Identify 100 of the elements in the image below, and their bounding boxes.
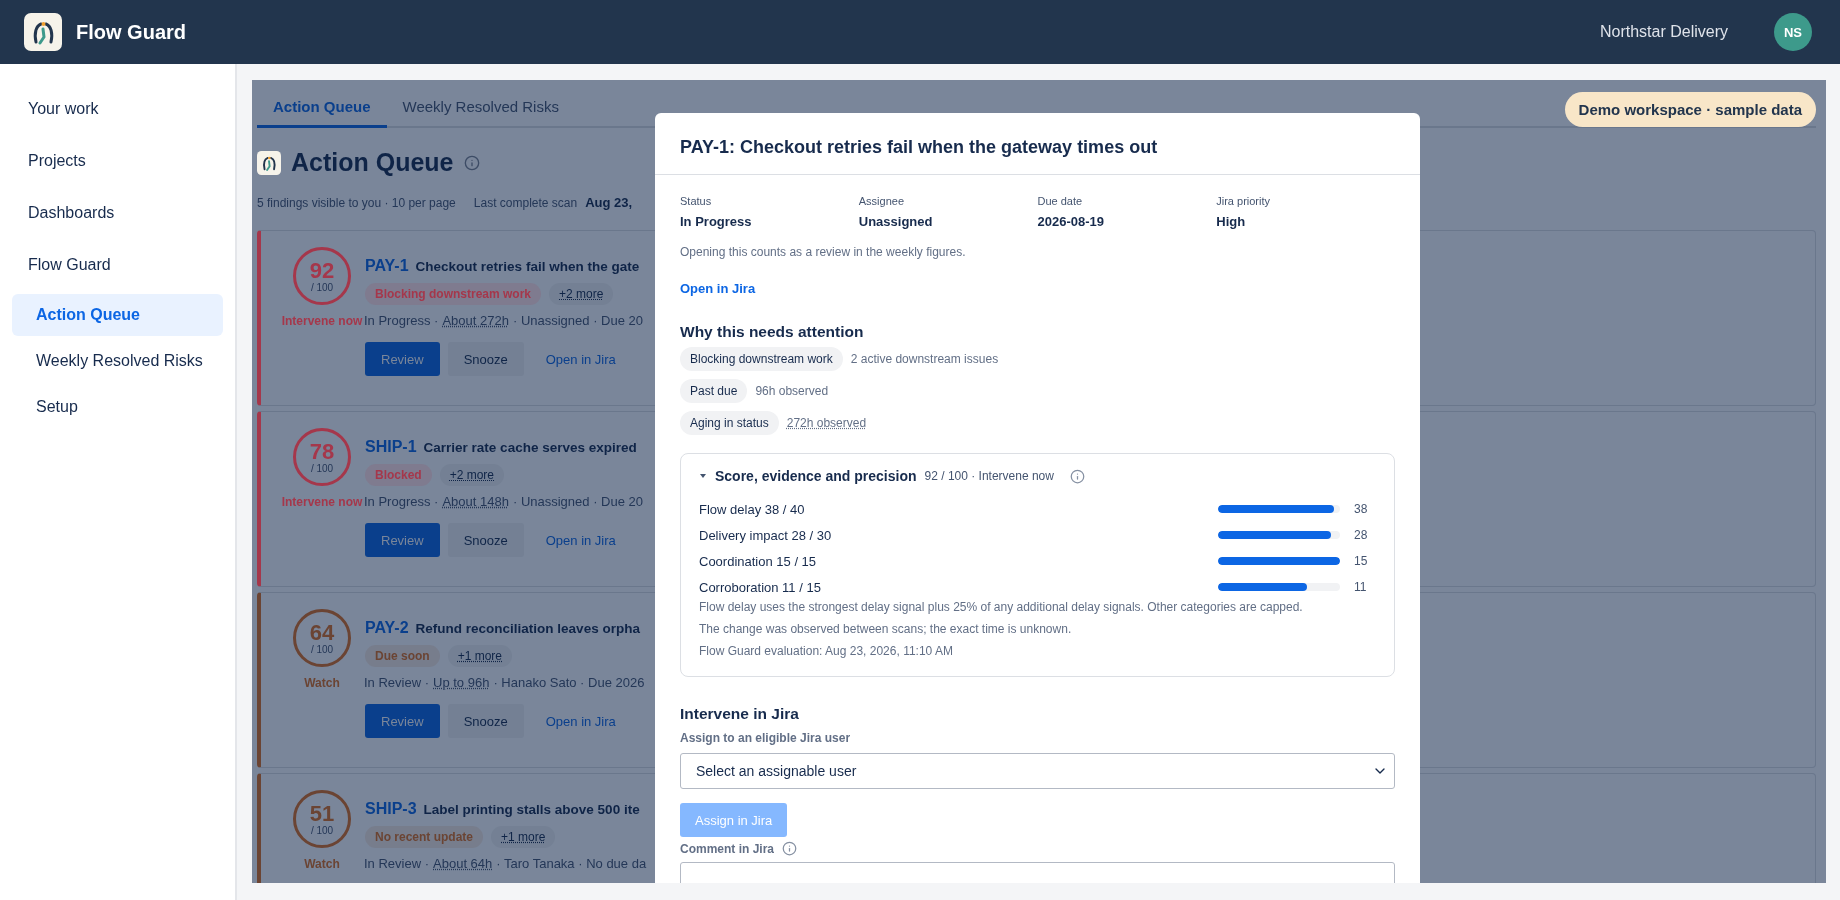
- dialog-title: PAY-1: Checkout retries fail when the gateway times out: [680, 137, 1159, 158]
- tab[interactable]: Action Queue: [257, 86, 387, 128]
- open-in-jira-link[interactable]: Open in Jira: [531, 523, 630, 557]
- issue-age: About 148h: [442, 494, 509, 509]
- open-in-jira-link[interactable]: Open in Jira: [680, 281, 756, 296]
- signal-tag: Blocking downstream work: [365, 283, 542, 305]
- sidebar-item[interactable]: Projects: [12, 138, 223, 184]
- score-component-label: Flow delay 38 / 40: [699, 501, 806, 517]
- score-component-label: Delivery impact 28 / 30: [699, 527, 833, 543]
- info-icon[interactable]: [782, 841, 798, 856]
- reason-tag: Past due: [680, 379, 748, 403]
- reason-detail: 272h observed: [786, 416, 867, 430]
- score-value: 78: [309, 440, 335, 463]
- issue-key-link[interactable]: SHIP-3: [365, 800, 417, 818]
- score-component-value: 38: [1353, 502, 1369, 516]
- score-details-title[interactable]: Score, evidence and precision: [715, 468, 917, 484]
- field-value: High: [1216, 214, 1247, 229]
- issue-title: Checkout retries fail when the gate: [415, 259, 640, 274]
- issue-meta: · Taro Tanaka · No due da: [496, 856, 647, 871]
- sidebar-item[interactable]: Flow Guard: [12, 242, 223, 288]
- issue-age: About 272h: [442, 313, 509, 328]
- signal-tag: No recent update: [365, 826, 483, 848]
- user-avatar[interactable]: NS: [1774, 13, 1812, 51]
- field-label: Comment in Jira: [680, 841, 775, 856]
- score-value: 64: [309, 621, 335, 644]
- reason-detail: 96h observed: [755, 384, 829, 398]
- signal-tag: Blocked: [365, 464, 432, 486]
- issue-title: Label printing stalls above 500 ite: [423, 802, 640, 817]
- verdict-label: Intervene now: [281, 314, 363, 328]
- issue-age: About 64h: [433, 856, 493, 871]
- score-max: / 100: [310, 824, 334, 836]
- verdict-label: Intervene now: [281, 495, 363, 509]
- score-note: Flow Guard evaluation: Aug 23, 2026, 11:10 AM: [699, 644, 954, 658]
- sidebar-subitem[interactable]: Weekly Resolved Risks: [12, 340, 223, 382]
- issue-meta: · Hanako Sato · Due 2026: [493, 675, 645, 690]
- open-in-jira-link[interactable]: Open in Jira: [531, 704, 630, 738]
- page-heading: Action Queue: [291, 148, 454, 177]
- snooze-button[interactable]: Snooze: [447, 704, 524, 738]
- score-component-value: 11: [1353, 580, 1368, 594]
- app-logo-icon: [24, 13, 62, 51]
- disclosure-triangle-icon[interactable]: [699, 472, 707, 480]
- verdict-label: Watch: [304, 857, 340, 871]
- field-value: In Progress: [680, 214, 753, 229]
- issue-key-link[interactable]: PAY-1: [365, 257, 409, 275]
- findings-summary: 5 findings visible to you · 10 per page: [257, 196, 456, 210]
- field-value: 2026-08-19: [1037, 214, 1105, 229]
- section-heading: Why this needs attention: [680, 323, 865, 341]
- score-value: 92: [309, 259, 335, 282]
- sidebar-item[interactable]: Your work: [12, 86, 223, 132]
- tab[interactable]: Weekly Resolved Risks: [386, 86, 575, 128]
- issue-status: In Progress ·: [364, 494, 439, 509]
- more-signals-tag[interactable]: +1 more: [491, 826, 556, 848]
- score-component-label: Coordination 15 / 15: [699, 553, 818, 569]
- score-component-value: 28: [1353, 528, 1369, 542]
- sidebar-subitem[interactable]: Action Queue: [12, 294, 223, 336]
- field-label: Assign to an eligible Jira user: [680, 731, 852, 745]
- score-max: / 100: [310, 281, 334, 293]
- field-value: Unassigned: [858, 214, 934, 229]
- issue-age: Up to 96h: [433, 675, 490, 690]
- issue-title: Carrier rate cache serves expired: [423, 440, 637, 455]
- field-label: Status: [680, 195, 713, 207]
- scan-date: Aug 23,: [585, 195, 633, 210]
- review-note: Opening this counts as a review in the weekly figures.: [680, 245, 967, 259]
- verdict-label: Watch: [304, 676, 340, 690]
- score-max: / 100: [310, 462, 334, 474]
- info-icon[interactable]: [463, 154, 480, 171]
- review-button[interactable]: Review: [365, 523, 440, 557]
- sidebar-item[interactable]: Dashboards: [12, 190, 223, 236]
- score-note: Flow delay uses the strongest delay signal plus 25% of any additional delay signals. Other categories are capped.: [699, 600, 1304, 614]
- field-label: Due date: [1037, 195, 1084, 207]
- scan-label: Last complete scan: [473, 196, 578, 210]
- issue-key-link[interactable]: SHIP-1: [365, 438, 417, 456]
- field-label: Jira priority: [1216, 195, 1272, 207]
- score-max: / 100: [310, 643, 334, 655]
- signal-tag: Due soon: [365, 645, 440, 667]
- snooze-button[interactable]: Snooze: [447, 342, 524, 376]
- review-button[interactable]: Review: [365, 704, 440, 738]
- demo-badge: Demo workspace · sample data: [1564, 92, 1816, 127]
- issue-status: In Progress ·: [364, 313, 439, 328]
- issue-status: In Review ·: [364, 856, 430, 871]
- user-select[interactable]: Select an assignable user: [680, 753, 1395, 789]
- snooze-button[interactable]: Snooze: [447, 523, 524, 557]
- reason-detail: 2 active downstream issues: [850, 352, 999, 366]
- reason-tag: Blocking downstream work: [680, 347, 843, 371]
- info-icon[interactable]: [1069, 468, 1085, 484]
- score-component-label: Corroboration 11 / 15: [699, 579, 822, 595]
- score-component-value: 15: [1353, 554, 1369, 568]
- more-signals-tag[interactable]: +2 more: [439, 464, 505, 486]
- issue-meta: · Unassigned · Due 20: [512, 313, 643, 328]
- open-in-jira-link[interactable]: Open in Jira: [531, 342, 630, 376]
- workspace-name: Northstar Delivery: [1599, 23, 1728, 41]
- sidebar-subitem[interactable]: Setup: [12, 386, 223, 428]
- issue-key-link[interactable]: PAY-2: [365, 619, 409, 637]
- review-button[interactable]: Review: [365, 342, 440, 376]
- section-heading: Intervene in Jira: [680, 705, 800, 723]
- issue-title: Refund reconciliation leaves orpha: [415, 621, 640, 636]
- score-summary: 92 / 100 · Intervene now: [924, 469, 1054, 483]
- issue-status: In Review ·: [364, 675, 430, 690]
- more-signals-tag[interactable]: +2 more: [549, 283, 614, 305]
- more-signals-tag[interactable]: +1 more: [447, 645, 513, 667]
